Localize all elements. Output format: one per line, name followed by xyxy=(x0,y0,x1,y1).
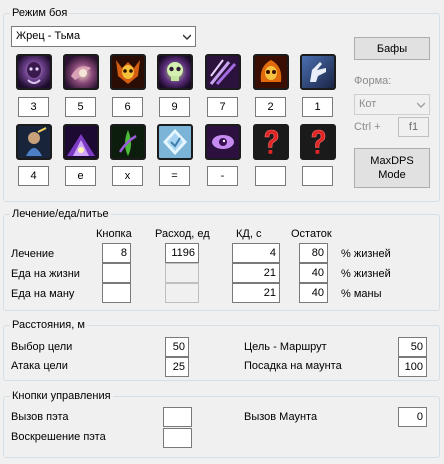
food-hp-remain-field[interactable]: 40 xyxy=(299,263,328,283)
maxdps-label-line2: Mode xyxy=(378,169,406,181)
food-mana-remain-field[interactable]: 40 xyxy=(299,283,328,303)
food-mana-cost-field[interactable] xyxy=(165,283,199,303)
controls-group: Кнопки управления xyxy=(3,389,440,458)
shadow-nova-icon[interactable] xyxy=(63,124,99,160)
dwarf-warrior-icon[interactable] xyxy=(16,124,52,160)
spell-key-5[interactable]: 7 xyxy=(207,97,238,117)
chevron-down-icon xyxy=(183,34,191,40)
shadow-eye-icon[interactable] xyxy=(205,124,241,160)
class-spec-select[interactable]: Жрец - Тьма xyxy=(11,26,196,47)
unknown-question-icon[interactable] xyxy=(300,124,336,160)
spell-key-8[interactable]: 4 xyxy=(18,166,49,186)
spell-key-2[interactable]: 5 xyxy=(65,97,96,117)
buffs-button-label: Бафы xyxy=(376,42,408,55)
pointing-hand-icon[interactable] xyxy=(300,54,336,90)
form-select-value: Кот xyxy=(359,98,377,110)
food-mana-cd-field[interactable]: 21 xyxy=(232,283,280,303)
attack-target-label: Атака цели xyxy=(11,360,68,372)
call-pet-label: Вызов пэта xyxy=(11,411,69,423)
maxdps-mode-button[interactable]: MaxDPS Mode xyxy=(354,148,430,188)
spell-key-12[interactable]: - xyxy=(207,166,238,186)
healing-title: Лечение/еда/питье xyxy=(10,207,111,221)
form-label: Форма: xyxy=(354,75,392,87)
food-hp-cd-field[interactable]: 21 xyxy=(232,263,280,283)
spell-key-9[interactable]: e xyxy=(65,166,96,186)
fire-skull-icon[interactable] xyxy=(253,54,289,90)
call-pet-key-field[interactable] xyxy=(163,407,192,427)
route-target-distance-field[interactable]: 50 xyxy=(398,337,427,357)
mind-vortex-icon[interactable] xyxy=(63,54,99,90)
maxdps-label-line1: MaxDPS xyxy=(370,155,414,167)
target-select-label: Выбор цели xyxy=(11,341,73,353)
heal-cost-field[interactable]: 1196 xyxy=(165,243,199,263)
food-hp-key-field[interactable] xyxy=(102,263,131,283)
heal-cd-field[interactable]: 4 xyxy=(232,243,280,263)
target-select-distance-field[interactable]: 50 xyxy=(165,337,189,357)
heal-unit-label: % жизней xyxy=(341,248,391,260)
attack-target-distance-field[interactable]: 25 xyxy=(165,357,189,377)
food-hp-unit-label: % жизней xyxy=(341,268,391,280)
col-cost-header: Расход, ед xyxy=(155,228,210,240)
spell-key-3[interactable]: 6 xyxy=(112,97,143,117)
buffs-button[interactable]: Бафы xyxy=(354,37,430,60)
combat-mode-title: Режим боя xyxy=(10,6,70,20)
revive-pet-key-field[interactable] xyxy=(163,428,192,448)
mount-distance-field[interactable]: 100 xyxy=(398,357,427,377)
void-tendril-icon[interactable] xyxy=(110,124,146,160)
spell-key-10[interactable]: x xyxy=(112,166,143,186)
green-skull-icon[interactable] xyxy=(157,54,193,90)
col-remain-header: Остаток xyxy=(291,228,332,240)
distances-title: Расстояния, м xyxy=(10,318,87,332)
form-select[interactable]: Кот xyxy=(354,94,430,115)
unknown-question-icon[interactable] xyxy=(253,124,289,160)
heal-row-label: Лечение xyxy=(11,248,55,260)
heal-remain-field[interactable]: 80 xyxy=(299,243,328,263)
food-mana-unit-label: % маны xyxy=(341,288,382,300)
col-key-header: Кнопка xyxy=(96,228,132,240)
demon-skull-icon[interactable] xyxy=(110,54,146,90)
hotkey-field[interactable]: f1 xyxy=(398,117,429,137)
route-target-label: Цель - Маршрут xyxy=(244,341,327,353)
food-hp-row-label: Еда на жизни xyxy=(11,268,80,280)
crystal-shield-icon[interactable] xyxy=(157,124,193,160)
mount-distance-label: Посадка на маунта xyxy=(244,360,342,372)
spell-key-14[interactable] xyxy=(302,166,333,186)
food-hp-cost-field[interactable] xyxy=(165,263,199,283)
col-cd-header: КД, с xyxy=(236,228,262,240)
hotkey-label: Ctrl + xyxy=(354,121,381,133)
food-mana-key-field[interactable] xyxy=(102,283,131,303)
spell-key-13[interactable] xyxy=(255,166,286,186)
spell-key-6[interactable]: 2 xyxy=(255,97,286,117)
shadow-claws-icon[interactable] xyxy=(205,54,241,90)
heal-key-field[interactable]: 8 xyxy=(102,243,131,263)
revive-pet-label: Воскрешение пэта xyxy=(11,431,106,443)
call-mount-key-field[interactable]: 0 xyxy=(398,407,427,427)
spell-key-11[interactable]: = xyxy=(159,166,190,186)
food-mana-row-label: Еда на ману xyxy=(11,288,75,300)
shadow-spirit-icon[interactable] xyxy=(16,54,52,90)
class-spec-value: Жрец - Тьма xyxy=(16,30,81,42)
call-mount-label: Вызов Маунта xyxy=(244,411,318,423)
chevron-down-icon xyxy=(417,102,425,108)
controls-title: Кнопки управления xyxy=(10,389,113,403)
spell-key-1[interactable]: 3 xyxy=(18,97,49,117)
spell-key-7[interactable]: 1 xyxy=(302,97,333,117)
spell-key-4[interactable]: 9 xyxy=(159,97,190,117)
